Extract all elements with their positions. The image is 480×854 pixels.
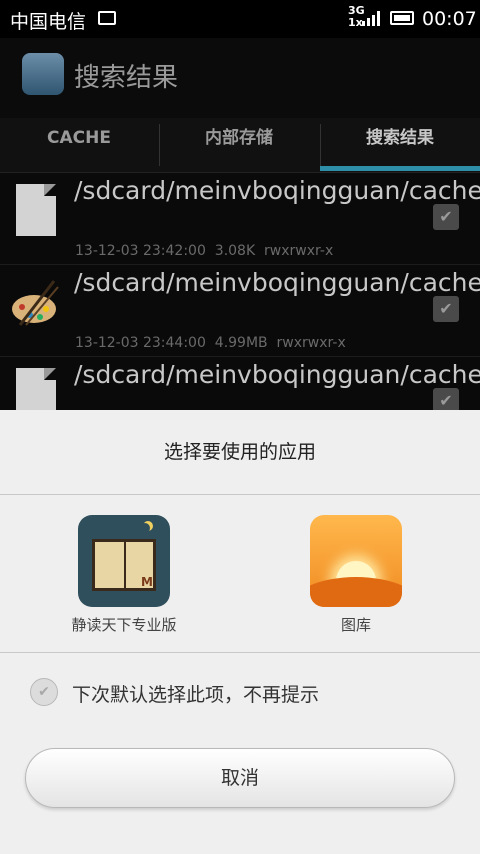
file-row[interactable]: /sdcard/meinvboqingguan/cache/13067/2.gi… <box>0 265 480 357</box>
tab-bar: CACHE 内部存储 搜索结果 <box>0 118 480 173</box>
app-label: 静读天下专业版 <box>71 616 177 634</box>
file-permissions: rwxrwxr-x <box>264 243 334 259</box>
selected-tab-indicator <box>320 166 480 171</box>
row-checkbox[interactable]: ✔ <box>433 204 459 230</box>
hill-icon <box>310 577 402 607</box>
divider <box>0 652 480 653</box>
battery-icon <box>390 11 414 25</box>
document-icon <box>16 368 56 413</box>
image-notification-icon <box>98 11 116 25</box>
file-date: 13-12-03 23:42:00 <box>75 243 206 259</box>
remember-choice-label: 下次默认选择此项，不再提示 <box>72 684 320 706</box>
file-row[interactable]: /sdcard/meinvboqingguan/cache/13067/0.mt… <box>0 173 480 265</box>
reader-badge-letter: M <box>141 575 153 589</box>
moon-icon <box>140 523 150 533</box>
app-option-reader[interactable]: M 静读天下专业版 <box>54 515 194 635</box>
file-size: 3.08K <box>214 243 256 259</box>
file-size: 4.99MB <box>214 335 268 351</box>
file-path: /sdcard/meinvboqingguan/cache/15142/0.mt <box>74 360 480 389</box>
row-checkbox[interactable]: ✔ <box>433 296 459 322</box>
app-label: 图库 <box>340 616 371 634</box>
tab-cache[interactable]: CACHE <box>0 118 158 166</box>
tab-search-results[interactable]: 搜索结果 <box>320 118 480 166</box>
file-list: /sdcard/meinvboqingguan/cache/13067/0.mt… <box>0 173 480 413</box>
app-chooser-dialog: 选择要使用的应用 M 静读天下专业版 图库 ✔ 下次默认选择此项，不再提示 取消 <box>0 410 480 854</box>
file-path: /sdcard/meinvboqingguan/cache/13067/2.gi… <box>74 268 480 297</box>
status-bar: 中国电信 3G 1x 00:07 <box>0 0 480 38</box>
file-meta: 13-12-03 23:44:00 4.99MB rwxrwxr-x <box>75 335 346 351</box>
paint-palette-icon <box>12 280 59 326</box>
app-bar: 搜索结果 <box>0 38 480 118</box>
file-cabinet-icon[interactable] <box>22 53 64 95</box>
page-title: 搜索结果 <box>74 63 179 93</box>
book-reader-app-icon[interactable]: M <box>78 515 170 607</box>
chooser-title: 选择要使用的应用 <box>0 410 480 495</box>
signal-icon <box>362 11 380 26</box>
tab-internal-storage[interactable]: 内部存储 <box>159 118 319 166</box>
clock: 00:07 <box>422 8 477 30</box>
document-icon <box>16 184 56 236</box>
file-path: /sdcard/meinvboqingguan/cache/13067/0.mt <box>74 176 480 205</box>
app-option-gallery[interactable]: 图库 <box>286 515 426 635</box>
gallery-sunset-app-icon[interactable] <box>310 515 402 607</box>
checkmark-icon[interactable]: ✔ <box>30 678 58 706</box>
carrier-name: 中国电信 <box>10 11 87 33</box>
file-meta: 13-12-03 23:42:00 3.08K rwxrwxr-x <box>75 243 333 259</box>
file-row[interactable]: /sdcard/meinvboqingguan/cache/15142/0.mt… <box>0 357 480 413</box>
file-permissions: rwxrwxr-x <box>276 335 346 351</box>
file-date: 13-12-03 23:44:00 <box>75 335 206 351</box>
cancel-button[interactable]: 取消 <box>25 748 455 808</box>
